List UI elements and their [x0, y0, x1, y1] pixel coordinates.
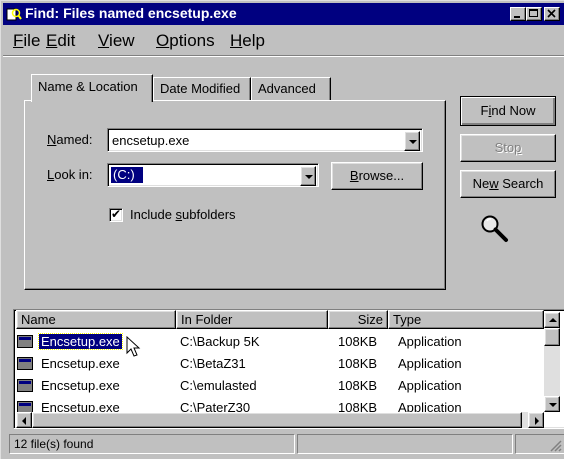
include-subfolders-checkbox[interactable]: ✔ — [109, 207, 123, 222]
close-button[interactable] — [544, 7, 560, 21]
browse-button[interactable]: Browse... — [331, 162, 423, 190]
close-icon — [547, 9, 556, 18]
cell-type: Application — [398, 334, 462, 349]
cell-folder: C:\BetaZ31 — [180, 356, 246, 371]
find-now-button[interactable]: Find Now — [460, 96, 556, 126]
menu-bar: File Edit View Options Help — [3, 27, 564, 51]
scroll-left-button[interactable] — [16, 412, 32, 428]
status-text: 12 file(s) found — [9, 434, 295, 454]
lookin-combobox[interactable]: (C:) — [107, 163, 319, 187]
tab-date-modified[interactable]: Date Modified — [153, 77, 251, 101]
column-header-type[interactable]: Type — [388, 310, 544, 329]
column-header-name[interactable]: Name — [16, 310, 176, 329]
menu-file[interactable]: File — [13, 31, 40, 51]
scroll-up-button[interactable] — [544, 312, 560, 328]
scroll-down-button[interactable] — [544, 396, 560, 412]
vertical-scrollbar[interactable] — [544, 312, 560, 412]
lookin-value[interactable]: (C:) — [110, 166, 144, 184]
mouse-cursor-icon — [126, 336, 141, 357]
cell-size: 108KB — [338, 378, 378, 393]
cell-type: Application — [398, 356, 462, 371]
chevron-up-icon — [549, 318, 557, 322]
cell-size: 108KB — [338, 334, 378, 349]
resize-grip-icon — [550, 440, 562, 452]
status-panel-2 — [297, 434, 513, 454]
cell-name: Encsetup.exe — [41, 356, 120, 371]
named-label: Named: — [47, 132, 93, 147]
window-title: Find: Files named encsetup.exe — [25, 5, 237, 21]
scroll-thumb[interactable] — [544, 328, 560, 346]
scroll-right-button[interactable] — [528, 412, 544, 428]
minimize-icon — [514, 16, 520, 18]
stop-button[interactable]: Stop — [460, 134, 556, 162]
table-row[interactable]: Encsetup.exe C:\emulasted 108KB Applicat… — [14, 375, 544, 397]
name-location-panel: Named: encsetup.exe Look in: (C:) Browse… — [24, 100, 446, 290]
chevron-down-icon — [305, 175, 313, 179]
chevron-left-icon — [22, 417, 26, 425]
minimize-button[interactable] — [510, 7, 526, 21]
magnifier-icon — [481, 215, 508, 242]
maximize-button[interactable] — [526, 7, 542, 21]
cell-folder: C:\emulasted — [180, 378, 257, 393]
lookin-label: Look in: — [47, 167, 93, 182]
cell-folder: C:\Backup 5K — [180, 334, 260, 349]
find-window: Find: Files named encsetup.exe File Edit… — [0, 0, 564, 459]
column-header-size[interactable]: Size — [328, 310, 388, 329]
new-search-button[interactable]: New Search — [460, 170, 556, 198]
menu-options[interactable]: Options — [156, 31, 215, 51]
status-panel-3 — [515, 434, 564, 454]
named-input[interactable]: encsetup.exe — [112, 133, 189, 148]
scroll-thumb-horizontal[interactable] — [32, 412, 522, 428]
cell-type: Application — [398, 378, 462, 393]
file-icon — [17, 335, 33, 348]
column-header-folder[interactable]: In Folder — [176, 310, 328, 329]
tab-name-location[interactable]: Name & Location — [31, 74, 153, 102]
chevron-right-icon — [535, 417, 539, 425]
results-list[interactable]: Name In Folder Size Type Encsetup.exe C:… — [13, 309, 564, 429]
find-window-icon — [6, 8, 22, 21]
named-dropdown-button[interactable] — [404, 131, 420, 151]
title-bar[interactable]: Find: Files named encsetup.exe — [3, 3, 564, 25]
include-subfolders-label[interactable]: Include subfolders — [130, 207, 236, 222]
menu-view[interactable]: View — [98, 31, 135, 51]
maximize-icon — [529, 9, 538, 17]
horizontal-scrollbar[interactable] — [16, 412, 544, 428]
cell-name: Encsetup.exe — [41, 378, 120, 393]
menu-help[interactable]: Help — [230, 31, 265, 51]
chevron-down-icon — [549, 403, 557, 407]
file-icon — [17, 357, 33, 370]
tab-advanced[interactable]: Advanced — [251, 77, 331, 101]
table-row[interactable]: Encsetup.exe C:\BetaZ31 108KB Applicatio… — [14, 353, 544, 375]
file-icon — [17, 379, 33, 392]
checkmark-icon: ✔ — [111, 207, 122, 221]
menu-separator — [3, 55, 564, 57]
named-combobox[interactable]: encsetup.exe — [107, 128, 423, 152]
lookin-dropdown-button[interactable] — [300, 166, 316, 186]
menu-edit[interactable]: Edit — [46, 31, 75, 51]
cell-size: 108KB — [338, 356, 378, 371]
cell-name: Encsetup.exe — [38, 333, 123, 350]
chevron-down-icon — [409, 140, 417, 144]
table-row[interactable]: Encsetup.exe C:\Backup 5K 108KB Applicat… — [14, 331, 544, 353]
